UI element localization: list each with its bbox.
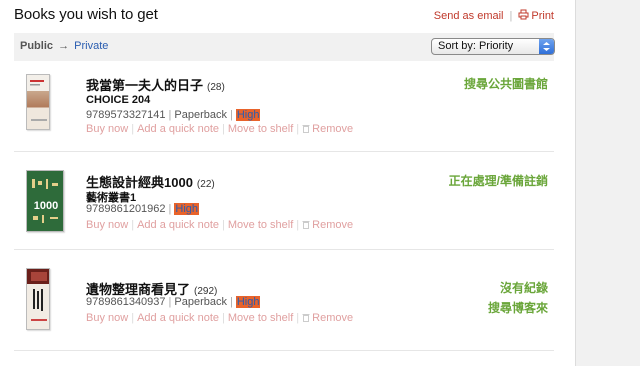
make-private-link[interactable]: Private [74,40,108,52]
book-title-row: 我當第一夫人的日子 (28) [86,75,225,94]
page-title: Books you wish to get [14,6,158,23]
library-status: 搜尋公共圖書館 [464,75,548,92]
buy-now-link[interactable]: Buy now [86,219,128,231]
book-meta: 9789573327141 | Paperback | High [86,109,261,121]
isbn: 9789573327141 [86,109,166,121]
add-note-link[interactable]: Add a quick note [137,312,219,324]
move-to-shelf-link[interactable]: Move to shelf [228,312,293,324]
move-to-shelf-link[interactable]: Move to shelf [228,123,293,135]
search-bookstore-link[interactable]: 搜尋博客來 [488,298,548,318]
no-record-link[interactable]: 沒有紀錄 [488,278,548,298]
print-link[interactable]: Print [518,9,554,22]
trash-icon [302,220,310,229]
privacy-toggle: Public → Private [20,40,108,52]
book-meta: 9789861201962 | High [86,203,200,215]
page-header: Books you wish to get Send as email | Pr… [14,6,554,28]
book-cover[interactable] [26,74,50,130]
isbn: 9789861201962 [86,203,166,215]
svg-text:1000: 1000 [34,200,58,212]
book-actions: Buy now | Add a quick note | Move to shelf | R… [86,312,354,324]
list-toolbar: Public → Private Sort by: Priority [14,33,555,61]
book-series: CHOICE 204 [86,94,151,106]
add-note-link[interactable]: Add a quick note [137,219,219,231]
book-format: Paperback [174,109,227,121]
book-actions: Buy now | Add a quick note | Move to shelf | R… [86,123,354,135]
book-title[interactable]: 生態設計經典1000 [86,175,193,190]
trash-icon [302,124,310,133]
book-item: 1000 生態設計經典1000 (22) 藝術叢書1 9789861201962 |… [14,152,554,250]
priority-badge[interactable]: High [235,109,261,121]
public-label: Public [20,40,54,52]
processing-status-link[interactable]: 正在處理/準備註銷 [449,172,548,189]
privacy-arrow: → [58,40,70,52]
remove-link[interactable]: Remove [302,312,353,324]
priority-badge[interactable]: High [174,203,200,215]
book-actions: Buy now | Add a quick note | Move to shelf | R… [86,219,354,231]
book-title[interactable]: 遺物整理商看見了 [86,282,190,297]
book-item: 我當第一夫人的日子 (28) CHOICE 204 9789573327141 | P… [14,62,554,152]
sort-select[interactable]: Sort by: Priority [431,38,555,55]
book-meta: 9789861340937 | Paperback | High [86,296,261,308]
print-label: Print [531,10,554,22]
remove-link[interactable]: Remove [302,219,353,231]
book-cover[interactable]: 1000 [26,170,64,232]
book-format: Paperback [174,296,227,308]
library-status: 正在處理/準備註銷 [449,172,548,189]
sort-select-value: Sort by: Priority [438,40,514,52]
search-library-link[interactable]: 搜尋公共圖書館 [464,75,548,92]
printer-icon [518,9,529,20]
priority-badge[interactable]: High [235,296,261,308]
trash-icon [302,313,310,322]
rating-count: (28) [207,82,225,93]
isbn: 9789861340937 [86,296,166,308]
rating-count: (22) [196,179,215,190]
header-actions: Send as email | Print [434,9,554,22]
book-cover[interactable] [26,268,50,330]
book-title[interactable]: 我當第一夫人的日子 [86,78,203,93]
right-rail [575,0,640,366]
send-email-link[interactable]: Send as email [434,10,504,22]
buy-now-link[interactable]: Buy now [86,123,128,135]
move-to-shelf-link[interactable]: Move to shelf [228,219,293,231]
library-status: 沒有紀錄 搜尋博客來 [488,278,548,318]
select-arrows-icon [539,39,554,54]
remove-link[interactable]: Remove [302,123,353,135]
header-separator: | [509,9,513,22]
buy-now-link[interactable]: Buy now [86,312,128,324]
book-item: 遺物整理商看見了 (292) 9789861340937 | Paperback | Hi… [14,250,554,351]
add-note-link[interactable]: Add a quick note [137,123,219,135]
